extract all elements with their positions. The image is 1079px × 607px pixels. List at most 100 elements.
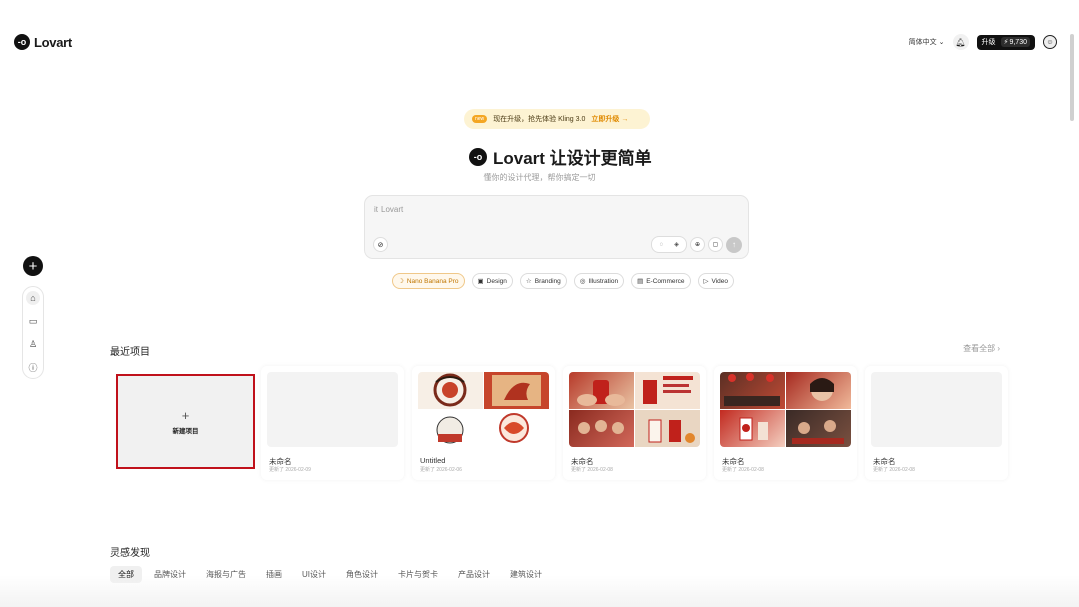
send-button[interactable]: ↑ bbox=[726, 236, 742, 253]
credits-badge: ⚡︎ 9,730 bbox=[1000, 37, 1030, 47]
thumb-cell bbox=[635, 410, 700, 447]
project-card[interactable]: Untitled 更新了 2026-02-06 bbox=[412, 366, 555, 480]
drinks-table-photo bbox=[739, 417, 768, 441]
chip-label: Video bbox=[711, 277, 729, 285]
thumb-cell bbox=[720, 410, 785, 447]
side-nav: ⌂ ▭ ♙ ⓘ bbox=[22, 286, 44, 379]
folder-icon[interactable]: ▭ bbox=[26, 314, 40, 328]
mode-toggle: ◌ ◈ bbox=[651, 236, 687, 253]
prompt-prefix: it bbox=[374, 205, 378, 214]
thumb-cell bbox=[635, 372, 700, 409]
chevron-down-icon: ⌄ bbox=[938, 39, 945, 46]
koi-illustration bbox=[499, 413, 529, 443]
view-all-link[interactable]: 查看全部 › bbox=[963, 343, 1000, 354]
add-button[interactable]: + bbox=[23, 256, 43, 276]
thumb-cell bbox=[484, 372, 549, 409]
project-card[interactable]: 未命名 更新了 2026-02-08 bbox=[865, 366, 1008, 480]
palette-icon: ◎ bbox=[579, 278, 586, 285]
new-badge: new bbox=[472, 115, 488, 123]
store-icon: ▤ bbox=[637, 278, 644, 285]
language-label: 简体中文 bbox=[908, 39, 937, 46]
project-date: 更新了 2026-02-08 bbox=[722, 467, 764, 473]
avatar[interactable]: ☺ bbox=[1043, 35, 1057, 49]
top-right-actions: 简体中文 ⌄ 🔔︎ 升级 ⚡︎ 9,730 ☺ bbox=[909, 34, 1057, 50]
project-card[interactable]: 未命名 更新了 2026-02-08 bbox=[714, 366, 857, 480]
project-thumbnail bbox=[871, 372, 1002, 447]
thumb-cell bbox=[786, 410, 851, 447]
new-project-label: 新建项目 bbox=[172, 427, 199, 435]
cups-photo bbox=[648, 419, 695, 443]
chip-label: Nano Banana Pro bbox=[406, 277, 459, 285]
thumb-cell bbox=[569, 372, 634, 409]
project-date: 更新了 2026-02-09 bbox=[269, 467, 311, 473]
project-thumbnail bbox=[418, 372, 549, 447]
chip-branding[interactable]: ☆ Branding bbox=[519, 273, 567, 289]
banana-icon: ☽ bbox=[398, 278, 404, 285]
info-icon[interactable]: ⓘ bbox=[26, 360, 40, 374]
project-card[interactable]: 未命名 更新了 2026-02-09 bbox=[261, 366, 404, 480]
bell-icon[interactable]: 🔔︎ bbox=[952, 34, 969, 50]
restaurant-photo bbox=[724, 373, 780, 406]
view-all-label: 查看全部 bbox=[963, 344, 996, 353]
dragon-illustration bbox=[433, 373, 467, 407]
scrollbar[interactable] bbox=[1070, 34, 1074, 121]
diners-photo bbox=[792, 420, 844, 444]
upgrade-now-link[interactable]: 立即升级 → bbox=[591, 114, 628, 124]
lovart-logo-icon: -o bbox=[469, 147, 487, 166]
project-card[interactable]: 未命名 更新了 2026-02-08 bbox=[563, 366, 706, 480]
chip-ecommerce[interactable]: ▤ E-Commerce bbox=[631, 273, 691, 289]
language-selector[interactable]: 简体中文 ⌄ bbox=[909, 37, 945, 47]
home-icon[interactable]: ⌂ bbox=[26, 291, 40, 305]
quick-chips: ☽ Nano Banana Pro ▣ Design ☆ Branding ◎ … bbox=[392, 273, 735, 289]
banner-text: 现在升级，抢先体验 Kling 3.0 bbox=[493, 116, 586, 123]
play-icon: ▷ bbox=[703, 278, 709, 285]
chip-label: E-Commerce bbox=[646, 277, 685, 285]
chip-label: Illustration bbox=[588, 277, 619, 285]
promo-banner[interactable]: new 现在升级，抢先体验 Kling 3.0 立即升级 → bbox=[464, 109, 650, 129]
thumb-cell bbox=[418, 372, 483, 409]
thumb-cell bbox=[720, 372, 785, 409]
thumb-cell bbox=[418, 410, 483, 447]
chip-label: Branding bbox=[534, 277, 561, 285]
project-name: Untitled bbox=[420, 456, 446, 465]
chevron-right-icon: › bbox=[997, 344, 1000, 353]
chip-illustration[interactable]: ◎ Illustration bbox=[573, 273, 625, 289]
woman-portrait-photo bbox=[810, 378, 834, 401]
recent-projects-list: + 新建项目 未命名 更新了 2026-02-09 Untitled 更新了 2… bbox=[110, 366, 1008, 480]
logo[interactable]: -o Lovart bbox=[14, 34, 72, 50]
upgrade-button[interactable]: 升级 ⚡︎ 9,730 bbox=[976, 34, 1035, 50]
box-icon[interactable]: ▢ bbox=[708, 237, 723, 252]
lightbulb-icon[interactable]: ◌ bbox=[655, 238, 668, 251]
sparkle-icon[interactable]: ◈ bbox=[670, 238, 683, 251]
prompt-tools: ◌ ◈ ⊕ ▢ ↑ bbox=[651, 236, 742, 253]
new-project-card[interactable]: + 新建项目 bbox=[110, 366, 255, 480]
bottom-fade bbox=[0, 575, 1079, 607]
prompt-placeholder-text: Lovart bbox=[381, 205, 404, 214]
prompt-placeholder[interactable]: it Lovart bbox=[374, 205, 403, 214]
globe-icon[interactable]: ⊕ bbox=[690, 237, 705, 252]
chip-label: Design bbox=[486, 277, 507, 285]
project-thumbnail bbox=[267, 372, 398, 447]
prompt-box: it Lovart ⊘ ◌ ◈ ⊕ ▢ ↑ bbox=[364, 195, 749, 259]
plus-icon: + bbox=[181, 407, 190, 423]
chip-design[interactable]: ▣ Design bbox=[471, 273, 513, 289]
chip-video[interactable]: ▷ Video bbox=[697, 273, 735, 289]
hero-title-text: Lovart 让设计更简单 bbox=[493, 149, 652, 168]
horse-illustration bbox=[492, 375, 541, 406]
project-date: 更新了 2026-02-06 bbox=[420, 467, 462, 473]
left-sidebar: + ⌂ ▭ ♙ ⓘ bbox=[22, 256, 44, 379]
lucky-cat-illustration bbox=[436, 416, 464, 444]
new-project-button[interactable]: + 新建项目 bbox=[116, 374, 255, 469]
paperclip-icon[interactable]: ⊘ bbox=[373, 237, 388, 252]
recent-projects-title: 最近项目 bbox=[110, 347, 150, 358]
lovart-logo-icon: -o bbox=[14, 34, 30, 50]
drink-poster-photo bbox=[643, 376, 693, 404]
project-thumbnail bbox=[720, 372, 851, 447]
thumb-cell bbox=[786, 372, 851, 409]
user-icon[interactable]: ♙ bbox=[26, 337, 40, 351]
thumb-cell bbox=[484, 410, 549, 447]
hero-subtitle: 懂你的设计代理，帮你搞定一切 bbox=[483, 173, 596, 182]
lightning-icon: ⚡︎ bbox=[1003, 39, 1009, 46]
hero-title: -o Lovart 让设计更简单 bbox=[469, 144, 652, 169]
chip-nano-banana[interactable]: ☽ Nano Banana Pro bbox=[392, 273, 465, 289]
